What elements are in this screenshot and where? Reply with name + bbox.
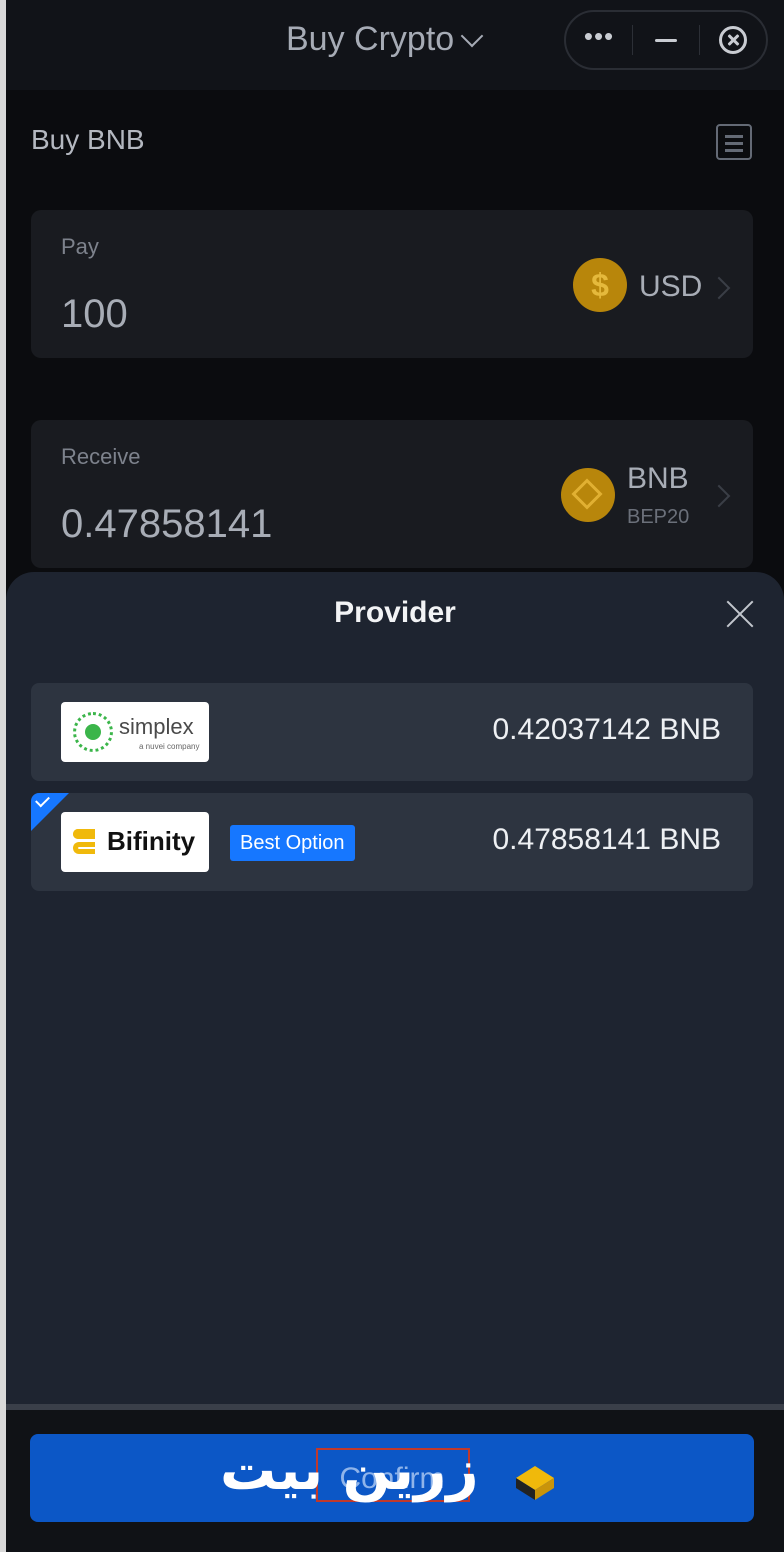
close-window-button[interactable] bbox=[700, 12, 766, 68]
chevron-right-icon bbox=[707, 276, 731, 300]
provider-row-simplex[interactable]: simplex a nuvei company 0.42037142 BNB bbox=[31, 683, 753, 781]
bnb-coin-icon bbox=[561, 468, 615, 522]
provider-row-bifinity[interactable]: Bifinity Best Option 0.47858141 BNB bbox=[31, 793, 753, 891]
title-dropdown[interactable]: Buy Crypto bbox=[286, 20, 484, 59]
title-bar: Buy Crypto ••• bbox=[6, 0, 784, 90]
simplex-mark-icon bbox=[73, 712, 113, 752]
provider-name: Bifinity bbox=[107, 826, 196, 856]
provider-sheet: Provider simplex a nuvei company 0.42037… bbox=[6, 572, 784, 1406]
watermark-logo-icon bbox=[516, 1466, 554, 1500]
minimize-button[interactable] bbox=[633, 12, 699, 68]
pay-label: Pay bbox=[61, 234, 99, 259]
sheet-title: Provider bbox=[334, 596, 456, 629]
receive-network: BEP20 bbox=[627, 506, 690, 528]
pay-card: Pay 100 $ USD bbox=[31, 210, 753, 358]
bifinity-logo: Bifinity bbox=[61, 812, 209, 872]
provider-name: simplex bbox=[119, 714, 194, 739]
watermark-text: زرین بیت bbox=[220, 1438, 479, 1503]
page-title: Buy BNB bbox=[31, 124, 145, 155]
receipt-icon[interactable] bbox=[716, 124, 752, 160]
window-controls: ••• bbox=[564, 10, 768, 70]
receive-amount: 0.47858141 bbox=[61, 502, 273, 546]
simplex-logo: simplex a nuvei company bbox=[61, 702, 209, 762]
app-window: Buy Crypto ••• Buy BNB Pay 100 $ USD Rec… bbox=[6, 0, 784, 1552]
provider-amount: 0.47858141 BNB bbox=[492, 823, 721, 856]
bifinity-mark-icon bbox=[73, 827, 99, 857]
more-button[interactable]: ••• bbox=[566, 12, 632, 68]
chevron-down-icon bbox=[460, 24, 484, 47]
pay-amount-input[interactable]: 100 bbox=[61, 292, 128, 337]
provider-subtitle: a nuvei company bbox=[139, 742, 200, 751]
chevron-right-icon bbox=[707, 484, 731, 508]
receive-card: Receive 0.47858141 BNB BEP20 bbox=[31, 420, 753, 568]
pay-currency-selector[interactable]: USD bbox=[639, 270, 702, 304]
receive-label: Receive bbox=[61, 444, 141, 469]
more-dots-icon: ••• bbox=[583, 21, 615, 51]
close-circle-icon bbox=[719, 26, 747, 54]
close-icon[interactable] bbox=[724, 598, 756, 630]
title-label: Buy Crypto bbox=[286, 20, 455, 58]
confirm-button[interactable]: Confirm زرین بیت bbox=[30, 1434, 754, 1522]
best-option-badge: Best Option bbox=[230, 825, 355, 861]
provider-amount: 0.42037142 BNB bbox=[492, 713, 721, 746]
bottom-bar: Confirm زرین بیت bbox=[6, 1404, 784, 1552]
receive-currency-selector[interactable]: BNB bbox=[627, 462, 689, 496]
minimize-icon bbox=[655, 38, 677, 42]
dollar-coin-icon: $ bbox=[573, 258, 627, 312]
